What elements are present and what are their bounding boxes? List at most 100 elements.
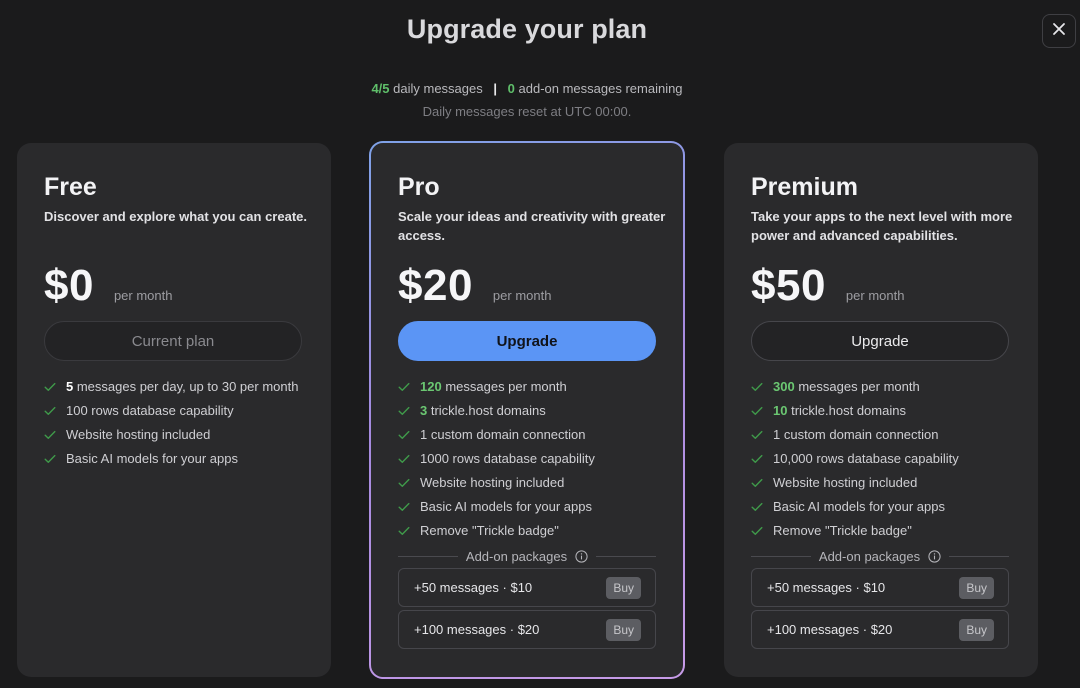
feature-item: 1 custom domain connection	[398, 425, 660, 444]
feature-label: Website hosting included	[420, 475, 565, 490]
plan-card-pro: Pro Scale your ideas and creativity with…	[369, 141, 685, 679]
price-row: $20 per month	[398, 261, 551, 311]
feature-label: trickle.host domains	[427, 403, 546, 418]
feature-text: 5 messages per day, up to 30 per month	[66, 377, 298, 396]
check-icon	[751, 425, 773, 444]
feature-item: Website hosting included	[751, 473, 1013, 492]
plan-description: Scale your ideas and creativity with gre…	[398, 209, 666, 243]
feature-item: 3 trickle.host domains	[398, 401, 660, 420]
price-period: per month	[113, 288, 173, 303]
feature-text: Remove "Trickle badge"	[773, 521, 912, 540]
price-row: $0 per month	[44, 261, 173, 311]
feature-text: 10,000 rows database capability	[773, 449, 959, 468]
plan-description: Discover and explore what you can create…	[44, 209, 307, 224]
addon-package: +100 messages · $20 Buy	[751, 610, 1009, 649]
feature-label: Basic AI models for your apps	[773, 499, 945, 514]
feature-text: Basic AI models for your apps	[773, 497, 945, 516]
feature-list: 120 messages per month 3 trickle.host dom…	[398, 377, 660, 545]
addon-packages-label: Add-on packages	[465, 548, 568, 564]
daily-count: 4/5	[371, 81, 390, 96]
modal-title: Upgrade your plan	[406, 14, 648, 44]
check-icon	[44, 449, 66, 468]
check-icon	[398, 401, 420, 420]
buy-button[interactable]: Buy	[959, 576, 994, 599]
feature-text: Remove "Trickle badge"	[420, 521, 559, 540]
check-icon	[398, 377, 420, 396]
check-icon	[44, 425, 66, 444]
feature-item: 10,000 rows database capability	[751, 449, 1013, 468]
plan-name: Premium	[751, 173, 858, 201]
close-icon	[1052, 22, 1066, 41]
feature-text: 100 rows database capability	[66, 401, 234, 420]
feature-item: 1 custom domain connection	[751, 425, 1013, 444]
feature-label: 1 custom domain connection	[773, 427, 939, 442]
usage-separator: |	[493, 81, 498, 96]
divider	[751, 555, 811, 557]
plan-price: $50	[751, 261, 826, 310]
feature-item: 100 rows database capability	[44, 401, 306, 420]
plan-price: $0	[44, 261, 94, 310]
feature-text: 1000 rows database capability	[420, 449, 595, 468]
feature-item: Basic AI models for your apps	[44, 449, 306, 468]
divider	[949, 555, 1009, 557]
feature-item: Website hosting included	[44, 425, 306, 444]
feature-text: 1 custom domain connection	[773, 425, 938, 444]
feature-item: Remove "Trickle badge"	[398, 521, 660, 540]
feature-text: Website hosting included	[66, 425, 210, 444]
buy-button[interactable]: Buy	[606, 576, 641, 599]
current-plan-button[interactable]: Current plan	[44, 321, 302, 361]
check-icon	[398, 473, 420, 492]
feature-label: Basic AI models for your apps	[420, 499, 592, 514]
check-icon	[44, 377, 66, 396]
check-icon	[398, 521, 420, 540]
feature-item: 1000 rows database capability	[398, 449, 660, 468]
plan-card-free: Free Discover and explore what you can c…	[17, 143, 331, 677]
addon-label: add-on messages remaining	[518, 81, 683, 96]
upgrade-plan-modal: Upgrade your plan 4/5 daily messages | 0…	[0, 0, 1080, 688]
addon-packages-header: Add-on packages	[398, 548, 656, 564]
feature-item: Basic AI models for your apps	[398, 497, 660, 516]
feature-text: 1 custom domain connection	[420, 425, 585, 444]
check-icon	[751, 497, 773, 516]
price-row: $50 per month	[751, 261, 904, 311]
check-icon	[751, 401, 773, 420]
upgrade-premium-button[interactable]: Upgrade	[751, 321, 1009, 361]
upgrade-pro-button[interactable]: Upgrade	[398, 321, 656, 361]
plan-card-premium: Premium Take your apps to the next level…	[724, 143, 1038, 677]
feature-highlight: 300	[773, 379, 795, 394]
buy-button[interactable]: Buy	[606, 618, 641, 641]
check-icon	[751, 521, 773, 540]
info-icon[interactable]	[928, 549, 941, 563]
plan-price: $20	[398, 261, 473, 310]
feature-item: Basic AI models for your apps	[751, 497, 1013, 516]
feature-item: Website hosting included	[398, 473, 660, 492]
feature-list: 300 messages per month 10 trickle.host do…	[751, 377, 1013, 545]
buy-button[interactable]: Buy	[959, 618, 994, 641]
price-period: per month	[492, 288, 552, 303]
feature-highlight: 120	[420, 379, 442, 394]
feature-text: Basic AI models for your apps	[66, 449, 238, 468]
feature-text: Website hosting included	[773, 473, 917, 492]
feature-label: Remove "Trickle badge"	[420, 523, 559, 538]
check-icon	[398, 449, 420, 468]
divider	[398, 555, 458, 557]
feature-item: 300 messages per month	[751, 377, 1013, 396]
usage-summary: 4/5 daily messages | 0 add-on messages r…	[0, 81, 1054, 96]
addon-package: +100 messages · $20 Buy	[398, 610, 656, 649]
feature-text: 10 trickle.host domains	[773, 401, 906, 420]
feature-label: 1000 rows database capability	[420, 451, 595, 466]
close-button[interactable]	[1042, 14, 1076, 48]
feature-label: messages per month	[441, 379, 567, 394]
info-icon[interactable]	[575, 549, 588, 563]
feature-label: 100 rows database capability	[66, 403, 234, 418]
reset-note: Daily messages reset at UTC 00:00.	[422, 104, 632, 119]
feature-label: Basic AI models for your apps	[66, 451, 238, 466]
plan-name: Pro	[398, 173, 440, 201]
check-icon	[44, 401, 66, 420]
feature-item: Remove "Trickle badge"	[751, 521, 1013, 540]
feature-label: 1 custom domain connection	[420, 427, 586, 442]
addon-label: +50 messages · $10	[767, 580, 886, 595]
addon-packages-header: Add-on packages	[751, 548, 1009, 564]
feature-label: 10,000 rows database capability	[773, 451, 959, 466]
feature-label: Website hosting included	[66, 427, 211, 442]
